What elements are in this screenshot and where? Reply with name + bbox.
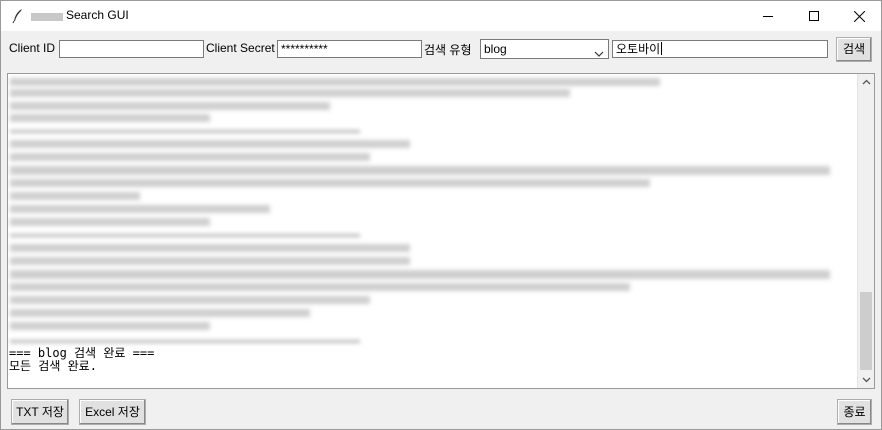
maximize-button[interactable] — [791, 1, 837, 31]
txt-save-button[interactable]: TXT 저장 — [11, 399, 69, 425]
vertical-scrollbar[interactable] — [857, 74, 874, 388]
app-window: Search GUI Client ID Client Secret *****… — [0, 0, 882, 430]
close-icon — [853, 10, 865, 22]
redacted-text — [10, 89, 570, 97]
redacted-text — [10, 270, 830, 279]
search-type-select[interactable]: blog — [480, 39, 609, 59]
close-button[interactable] — [836, 1, 881, 31]
redacted-text — [10, 205, 270, 213]
redacted-text — [10, 296, 370, 304]
redacted-text — [10, 309, 310, 317]
redacted-text — [10, 153, 370, 161]
redacted-title-prefix — [31, 13, 63, 21]
client-id-label: Client ID — [9, 41, 56, 55]
client-secret-input[interactable]: ********** — [277, 40, 422, 58]
scroll-thumb[interactable] — [860, 292, 872, 370]
divider-line — [10, 234, 360, 237]
redacted-text — [10, 244, 410, 252]
result-line: 모든 검색 완료. — [9, 359, 97, 373]
redacted-text — [10, 78, 660, 86]
text-caret — [661, 42, 663, 55]
redacted-text — [10, 102, 330, 110]
redacted-text — [10, 218, 210, 226]
client-id-input[interactable] — [59, 40, 204, 58]
redacted-text — [10, 192, 140, 200]
redacted-text — [10, 257, 410, 265]
redacted-text — [10, 322, 210, 330]
redacted-text — [10, 166, 830, 175]
redacted-text — [10, 283, 630, 291]
exit-button[interactable]: 종료 — [837, 399, 872, 425]
redacted-text — [10, 114, 210, 122]
minimize-icon — [763, 16, 773, 17]
window-title: Search GUI — [66, 8, 129, 22]
scroll-up-button[interactable] — [858, 74, 874, 90]
redacted-text — [10, 140, 410, 148]
minimize-button[interactable] — [745, 1, 791, 31]
chevron-down-icon — [594, 45, 604, 63]
search-type-label: 검색 유형 — [424, 43, 472, 57]
search-button[interactable]: 검색 — [836, 37, 872, 62]
feather-icon — [11, 8, 25, 24]
chevron-up-icon — [862, 79, 870, 85]
title-bar[interactable]: Search GUI — [1, 1, 881, 31]
result-lines: === blog 검색 완료 === 모든 검색 완료. — [9, 347, 154, 373]
search-type-value: blog — [484, 42, 507, 56]
divider-line — [10, 130, 360, 133]
excel-save-button[interactable]: Excel 저장 — [79, 399, 146, 425]
redacted-text — [10, 179, 650, 187]
chevron-down-icon — [862, 377, 870, 383]
divider-line — [10, 340, 360, 343]
maximize-icon — [809, 11, 819, 21]
client-secret-label: Client Secret — [206, 41, 275, 55]
search-query-value: 오토바이 — [616, 42, 661, 56]
scroll-down-button[interactable] — [858, 372, 874, 388]
results-textarea[interactable]: === blog 검색 완료 === 모든 검색 완료. — [7, 73, 875, 389]
search-query-input[interactable]: 오토바이 — [612, 40, 828, 58]
